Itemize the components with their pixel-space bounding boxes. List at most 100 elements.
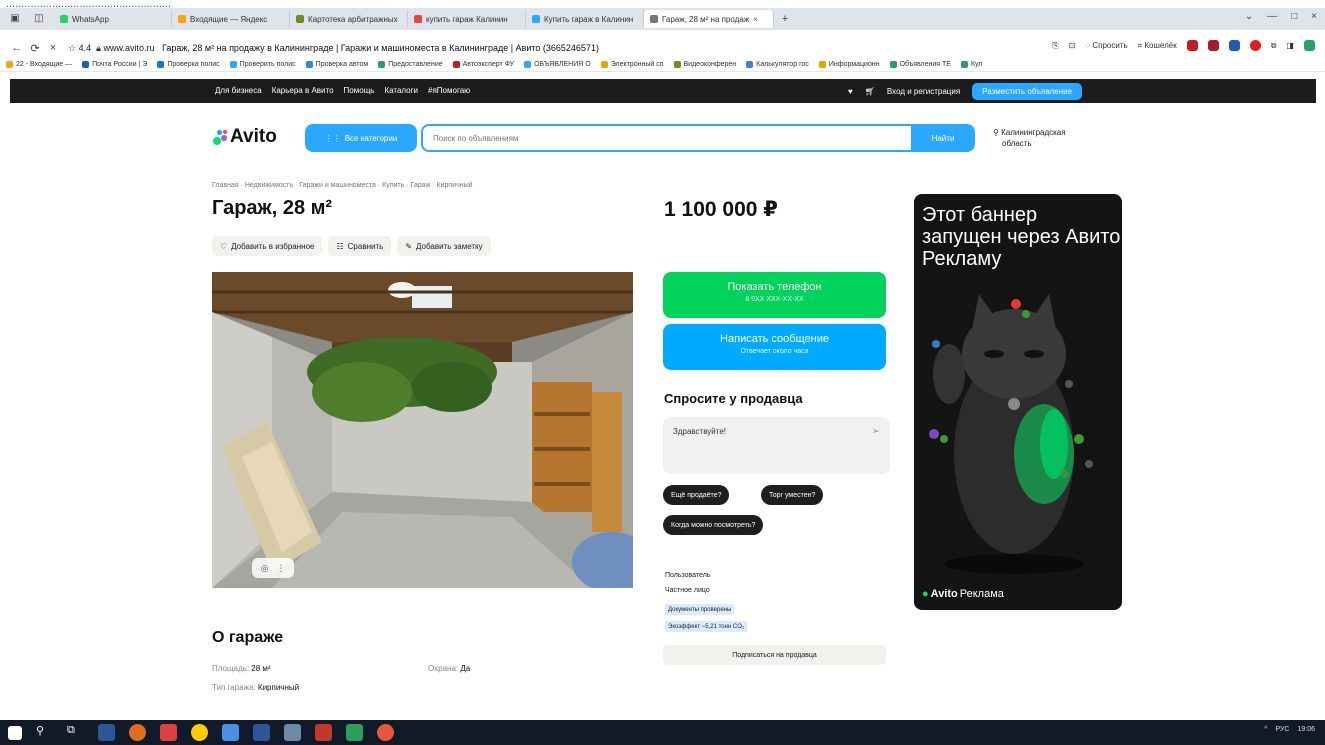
region-selector[interactable]: ⚲ Калининградская область	[993, 127, 1066, 149]
listing-photo[interactable]: ◎ ⋮	[212, 272, 633, 588]
add-note-button[interactable]: ✎ Добавить заметку	[397, 236, 491, 256]
app-icon[interactable]	[98, 724, 115, 741]
login-link[interactable]: Вход и регистрация	[887, 87, 960, 96]
chrome-icon[interactable]	[377, 724, 394, 741]
browser-tab[interactable]: Гараж, 28 м² на продаж ×	[644, 10, 774, 28]
subscribe-seller-button[interactable]: Подписаться на продавца	[663, 645, 886, 665]
bookmark-item[interactable]: Видеоконферен	[673, 61, 736, 68]
bookmark-item[interactable]: Предоставление	[378, 61, 443, 68]
search-input[interactable]	[421, 124, 913, 152]
bookmark-label: Проверить полис	[239, 61, 296, 68]
workspaces-icon[interactable]: ◫	[30, 12, 48, 26]
new-tab-button[interactable]: +	[778, 12, 792, 26]
quick-question-chip[interactable]: Торг уместен?	[761, 485, 824, 505]
app-icon[interactable]	[346, 724, 363, 741]
bookmark-item[interactable]: Электронный сп	[600, 61, 664, 68]
tab-favicon-icon	[178, 15, 186, 23]
bookmark-item[interactable]: Проверить полис	[229, 61, 296, 68]
tab-favicon-icon	[532, 15, 540, 23]
sidebar-icon[interactable]: ◨	[1286, 41, 1294, 50]
top-nav-link[interactable]: Для бизнеса	[215, 86, 262, 95]
screen: ........................................…	[0, 0, 1325, 745]
maximize-icon[interactable]: □	[1291, 11, 1297, 22]
close-window-icon[interactable]: ×	[1311, 11, 1317, 22]
bookmark-item[interactable]: Калькулятор гос	[746, 61, 809, 68]
browser-tab[interactable]: WhatsApp	[54, 10, 172, 28]
seller-role[interactable]: Пользователь	[665, 572, 710, 579]
tray-overflow-icon[interactable]: ^	[1264, 726, 1267, 733]
top-nav-link[interactable]: #яПомогаю	[428, 86, 470, 95]
show-phone-button[interactable]: Показать телефон 8 9XX XXX-XX-XX	[663, 272, 886, 318]
extension-icon[interactable]	[1228, 40, 1240, 51]
translate-icon[interactable]: ⎘	[1052, 41, 1058, 51]
top-nav-link[interactable]: Помощь	[344, 86, 375, 95]
documents-checked-badge: Документы проверены	[665, 604, 735, 615]
find-button[interactable]: Найти	[911, 124, 975, 152]
app-icon[interactable]	[315, 724, 332, 741]
close-tab-icon[interactable]: ×	[753, 15, 758, 24]
search-icon[interactable]: ⚲	[36, 724, 53, 741]
bookmark-icon[interactable]: ⊡	[1069, 41, 1076, 50]
address-field[interactable]: ☆ 4.4 🔒︎ www.avito.ru Гараж, 28 м² на пр…	[68, 43, 599, 54]
top-nav-link[interactable]: Каталоги	[384, 86, 418, 95]
reload-icon[interactable]: ⟳	[26, 42, 44, 55]
write-message-button[interactable]: Написать сообщение Отвечает около часа	[663, 324, 886, 370]
app-icon[interactable]	[284, 724, 301, 741]
add-to-favorites-button[interactable]: ♡ Добавить в избранное	[212, 236, 323, 256]
wallet-button[interactable]: ⌗ Кошелёк	[1138, 41, 1177, 51]
collections-icon[interactable]: ⧉	[1271, 41, 1277, 51]
bookmark-favicon-icon	[6, 61, 13, 68]
send-icon[interactable]: ➢	[872, 426, 880, 437]
breadcrumb[interactable]: Главная · Недвижимость · Гаражи и машино…	[212, 182, 473, 189]
bookmark-item[interactable]: ОБЪЯВЛЕНИЯ О	[524, 61, 591, 68]
browser-tab[interactable]: купить гараж Калинин	[408, 10, 526, 28]
photo-controls[interactable]: ◎ ⋮	[252, 558, 294, 578]
minimize-icon[interactable]: —	[1267, 11, 1277, 22]
app-icon[interactable]	[129, 724, 146, 741]
bookmark-item[interactable]: 22 - Входящие —	[6, 61, 72, 68]
bookmark-item[interactable]: Объявления ТЕ	[889, 61, 951, 68]
heart-icon[interactable]: ♥	[848, 87, 853, 96]
bookmark-item[interactable]: Проверка полис	[157, 61, 220, 68]
extension-icon[interactable]	[1249, 40, 1261, 51]
ask-seller-input[interactable]: Здравствуйте! ➢	[663, 417, 890, 474]
windows-start-icon[interactable]	[8, 725, 22, 740]
post-ad-button[interactable]: Разместить объявление	[972, 83, 1083, 100]
quick-question-chip[interactable]: Ещё продаёте?	[663, 485, 730, 505]
bookmark-item[interactable]: Автоэксперт ФУ	[452, 61, 514, 68]
extension-icon[interactable]	[1207, 40, 1219, 51]
compare-button[interactable]: ☷ Сравнить	[328, 236, 392, 256]
compare-icon: ☷	[336, 241, 344, 251]
ask-button[interactable]: ◌ Спросить	[1085, 41, 1127, 50]
browser-tab[interactable]: Купить гараж в Калинин	[526, 10, 644, 28]
task-view-icon[interactable]: ⧉	[67, 724, 84, 741]
bookmark-item[interactable]: Кул	[960, 61, 983, 68]
cart-icon[interactable]: 🛒︎	[865, 87, 875, 96]
all-categories-button[interactable]: ⋮⋮ Все категории	[305, 124, 417, 152]
bookmark-item[interactable]: Почта России | Э	[82, 61, 147, 68]
tab-search-icon[interactable]: ⌄	[1245, 11, 1253, 22]
bookmark-item[interactable]: Информационн	[818, 61, 880, 68]
extension-icon[interactable]	[1186, 40, 1198, 51]
clock[interactable]: 19:06	[1297, 726, 1315, 733]
app-icon[interactable]	[222, 724, 239, 741]
avito-top-bar: Для бизнеса Карьера в Авито Помощь Каталоги…	[10, 79, 1316, 103]
tab-actions-icon[interactable]: ▣	[6, 12, 24, 26]
close-page-icon[interactable]: ×	[44, 42, 62, 54]
yandex-browser-icon[interactable]	[191, 724, 208, 741]
eco-effect-badge: Экоэффект −5,21 тонн CO₂	[665, 621, 748, 632]
top-nav-link[interactable]: Карьера в Авито	[272, 86, 334, 95]
extension-icon[interactable]	[1304, 40, 1315, 51]
browser-tab[interactable]: Входящие — Яндекс	[172, 10, 290, 28]
lucky-cat-illustration	[929, 294, 1093, 574]
app-icon[interactable]	[160, 724, 177, 741]
quick-question-chip[interactable]: Когда можно посмотреть?	[663, 515, 764, 535]
language-indicator[interactable]: РУС	[1275, 726, 1289, 733]
ad-banner[interactable]: Этот баннер запущен через Авито Рекламу	[914, 194, 1122, 610]
word-icon[interactable]	[253, 724, 270, 741]
avito-logo[interactable]: Avito	[212, 126, 277, 148]
back-arrow-icon[interactable]: ←	[8, 42, 26, 54]
browser-tab[interactable]: Картотека арбитражных	[290, 10, 408, 28]
garage-photo-image	[212, 272, 633, 588]
bookmark-item[interactable]: Проверка автом	[305, 61, 368, 68]
